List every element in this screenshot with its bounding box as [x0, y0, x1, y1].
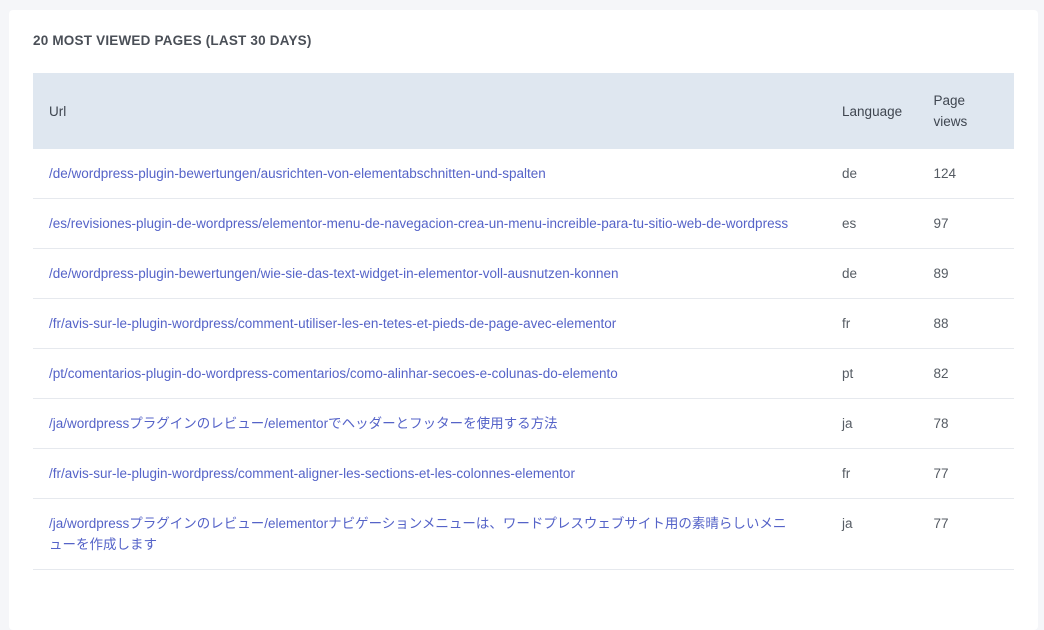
- column-header-page-views-label: Page views: [933, 93, 968, 129]
- page-views-cell: 82: [919, 348, 1014, 399]
- page-url-link[interactable]: /ja/wordpressプラグインのレビュー/elementorナビゲーション…: [49, 516, 786, 552]
- table-row: /ja/wordpressプラグインのレビュー/elementorナビゲーション…: [33, 498, 1014, 570]
- table-body: /de/wordpress-plugin-bewertungen/ausrich…: [33, 149, 1014, 570]
- page-views-cell: 77: [919, 448, 1014, 499]
- column-header-url: Url: [33, 73, 826, 149]
- table-row: /de/wordpress-plugin-bewertungen/ausrich…: [33, 149, 1014, 199]
- language-cell: de: [826, 248, 920, 299]
- table-row: /de/wordpress-plugin-bewertungen/wie-sie…: [33, 248, 1014, 299]
- language-cell: de: [826, 149, 920, 199]
- language-cell: es: [826, 198, 920, 249]
- url-cell: /de/wordpress-plugin-bewertungen/ausrich…: [33, 149, 827, 199]
- column-header-language: Language: [826, 73, 919, 149]
- url-cell: /fr/avis-sur-le-plugin-wordpress/comment…: [33, 448, 827, 499]
- table-header-row: Url Language Page views: [33, 73, 1014, 149]
- table-row: /es/revisiones-plugin-de-wordpress/eleme…: [33, 198, 1014, 249]
- page-views-cell: 78: [919, 398, 1014, 449]
- language-cell: ja: [826, 498, 920, 570]
- page-url-link[interactable]: /fr/avis-sur-le-plugin-wordpress/comment…: [49, 316, 616, 331]
- page-url-link[interactable]: /fr/avis-sur-le-plugin-wordpress/comment…: [49, 466, 575, 481]
- page-url-link[interactable]: /es/revisiones-plugin-de-wordpress/eleme…: [49, 216, 788, 231]
- page-url-link[interactable]: /de/wordpress-plugin-bewertungen/ausrich…: [49, 166, 546, 181]
- page-views-cell: 97: [919, 198, 1014, 249]
- language-cell: fr: [826, 448, 920, 499]
- url-cell: /de/wordpress-plugin-bewertungen/wie-sie…: [33, 248, 827, 299]
- language-cell: pt: [826, 348, 920, 399]
- most-viewed-pages-table: Url Language Page views /de/wordpress-pl…: [33, 73, 1014, 570]
- url-cell: /pt/comentarios-plugin-do-wordpress-come…: [33, 348, 827, 399]
- page-url-link[interactable]: /de/wordpress-plugin-bewertungen/wie-sie…: [49, 266, 619, 281]
- url-cell: /ja/wordpressプラグインのレビュー/elementorでヘッダーとフ…: [33, 398, 827, 449]
- page-url-link[interactable]: /ja/wordpressプラグインのレビュー/elementorでヘッダーとフ…: [49, 416, 558, 431]
- most-viewed-pages-panel: 20 MOST VIEWED PAGES (LAST 30 DAYS) Url …: [9, 10, 1038, 630]
- language-cell: ja: [826, 398, 920, 449]
- page-views-cell: 124: [919, 149, 1014, 199]
- page-views-cell: 89: [919, 248, 1014, 299]
- language-cell: fr: [826, 298, 920, 349]
- table-header: Url Language Page views: [33, 73, 1014, 149]
- table-row: /ja/wordpressプラグインのレビュー/elementorでヘッダーとフ…: [33, 398, 1014, 449]
- panel-title: 20 MOST VIEWED PAGES (LAST 30 DAYS): [33, 33, 312, 48]
- table-row: /pt/comentarios-plugin-do-wordpress-come…: [33, 348, 1014, 399]
- table-row: /fr/avis-sur-le-plugin-wordpress/comment…: [33, 298, 1014, 349]
- url-cell: /es/revisiones-plugin-de-wordpress/eleme…: [33, 198, 827, 249]
- page-views-cell: 88: [919, 298, 1014, 349]
- column-header-language-label: Language: [842, 103, 903, 119]
- page-views-cell: 77: [919, 498, 1014, 570]
- url-cell: /ja/wordpressプラグインのレビュー/elementorナビゲーション…: [33, 498, 827, 570]
- column-header-page-views: Page views: [920, 73, 1015, 149]
- column-header-url-label: Url: [49, 103, 67, 119]
- url-cell: /fr/avis-sur-le-plugin-wordpress/comment…: [33, 298, 827, 349]
- page-url-link[interactable]: /pt/comentarios-plugin-do-wordpress-come…: [49, 366, 618, 381]
- table-row: /fr/avis-sur-le-plugin-wordpress/comment…: [33, 448, 1014, 499]
